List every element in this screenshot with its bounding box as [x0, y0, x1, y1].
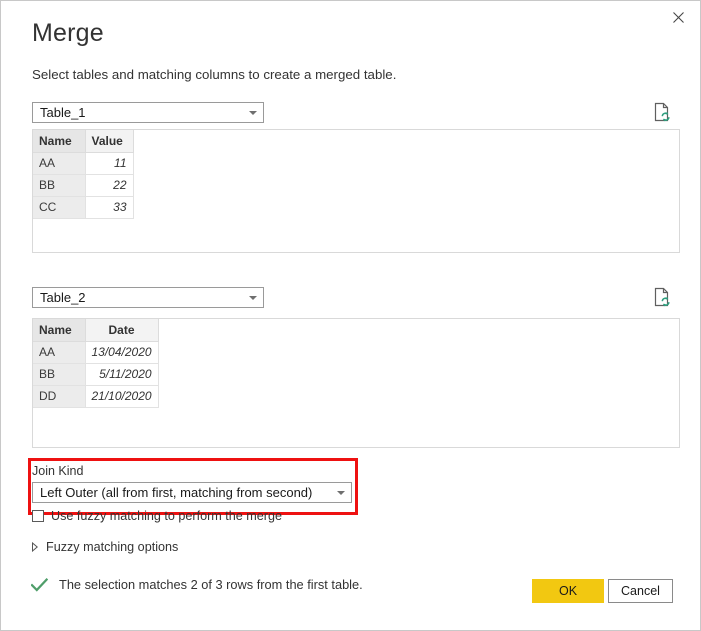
table-row: DD 21/10/2020 [33, 385, 159, 408]
table-row: BB 22 [33, 174, 134, 197]
cell-name: BB [33, 174, 86, 197]
chevron-down-icon [243, 295, 263, 300]
cell-name: AA [33, 341, 86, 364]
first-table-grid: Name Value AA 11 BB 22 CC 33 [33, 130, 134, 219]
first-table-preview: Name Value AA 11 BB 22 CC 33 [32, 129, 680, 253]
cell-value: 33 [85, 196, 134, 219]
cell-name: DD [33, 385, 86, 408]
dialog-subtitle: Select tables and matching columns to cr… [32, 67, 397, 82]
cell-date: 13/04/2020 [85, 341, 159, 364]
column-header-name[interactable]: Name [33, 130, 86, 153]
cell-name: BB [33, 363, 86, 386]
first-table-dropdown[interactable]: Table_1 [32, 102, 264, 123]
cell-date: 21/10/2020 [85, 385, 159, 408]
column-header-date[interactable]: Date [85, 319, 159, 342]
second-table-dropdown[interactable]: Table_2 [32, 287, 264, 308]
refresh-preview-icon-first[interactable] [651, 101, 673, 123]
cell-value: 11 [85, 152, 134, 175]
cell-date: 5/11/2020 [85, 363, 159, 386]
table-header-row: Name Date [33, 319, 159, 342]
cell-name: AA [33, 152, 86, 175]
table-row: BB 5/11/2020 [33, 363, 159, 386]
table-row: AA 11 [33, 152, 134, 175]
merge-dialog: Merge Select tables and matching columns… [0, 0, 701, 631]
join-kind-label: Join Kind [32, 464, 84, 478]
ok-button[interactable]: OK [532, 579, 604, 603]
page-title: Merge [32, 19, 104, 47]
chevron-right-icon [31, 542, 39, 552]
match-status: The selection matches 2 of 3 rows from t… [31, 577, 363, 592]
column-header-value[interactable]: Value [85, 130, 134, 153]
fuzzy-matching-options-expander[interactable]: Fuzzy matching options [31, 540, 178, 554]
table-row: CC 33 [33, 196, 134, 219]
second-table-grid: Name Date AA 13/04/2020 BB 5/11/2020 DD … [33, 319, 159, 408]
fuzzy-matching-options-label: Fuzzy matching options [46, 540, 179, 554]
table-header-row: Name Value [33, 130, 134, 153]
join-kind-dropdown-value: Left Outer (all from first, matching fro… [40, 485, 313, 500]
column-header-name[interactable]: Name [33, 319, 86, 342]
cancel-button[interactable]: Cancel [608, 579, 673, 603]
second-table-preview: Name Date AA 13/04/2020 BB 5/11/2020 DD … [32, 318, 680, 448]
refresh-preview-icon-second[interactable] [651, 286, 673, 308]
status-badge: The selection matches 2 of 3 rows from t… [59, 577, 363, 592]
check-icon [31, 577, 48, 592]
chevron-down-icon [243, 110, 263, 115]
second-table-dropdown-value: Table_2 [40, 290, 86, 305]
chevron-down-icon [331, 490, 351, 495]
table-row: AA 13/04/2020 [33, 341, 159, 364]
use-fuzzy-matching-checkbox[interactable]: Use fuzzy matching to perform the merge [32, 509, 282, 523]
close-icon[interactable] [656, 1, 700, 33]
join-kind-dropdown[interactable]: Left Outer (all from first, matching fro… [32, 482, 352, 503]
use-fuzzy-matching-label: Use fuzzy matching to perform the merge [51, 509, 282, 523]
cell-value: 22 [85, 174, 134, 197]
cell-name: CC [33, 196, 86, 219]
first-table-dropdown-value: Table_1 [40, 105, 86, 120]
checkbox-icon[interactable] [32, 510, 44, 522]
